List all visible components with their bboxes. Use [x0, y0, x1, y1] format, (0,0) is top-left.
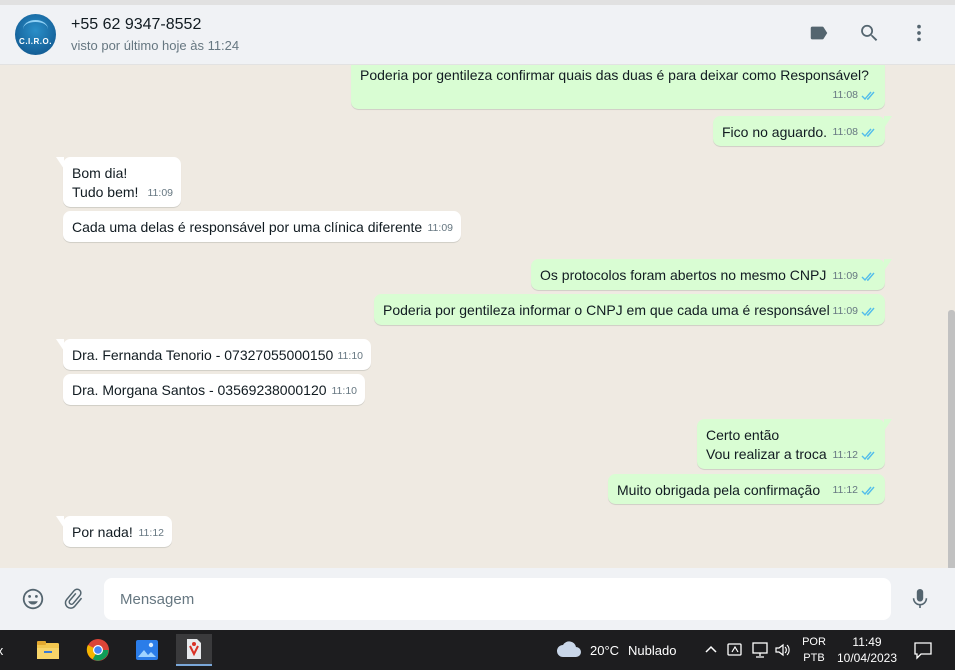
language-code: POR: [802, 636, 826, 648]
message-text: Dra. Fernanda Tenorio - 07327055000150: [72, 347, 334, 363]
contact-name[interactable]: +55 62 9347-8552: [71, 16, 201, 34]
message-outgoing[interactable]: Fico no aguardo. 11:08: [713, 116, 892, 146]
chat-scrollbar[interactable]: [948, 310, 955, 568]
cloudy-weather-icon[interactable]: [556, 640, 582, 663]
system-clock[interactable]: 11:49 10/04/2023: [834, 634, 900, 666]
windows-taskbar: x 20°C Nublado POR PTB 11:49 10/04/2023: [0, 630, 955, 670]
message-incoming[interactable]: Dra. Morgana Santos - 03569238000120 11:…: [63, 374, 365, 405]
message-time: 11:12: [138, 527, 165, 539]
contact-avatar[interactable]: C.I.R.O.: [15, 14, 56, 55]
contact-last-seen: visto por último hoje às 11:24: [71, 38, 240, 53]
message-time: 11:09: [832, 305, 859, 317]
message-time: 11:09: [147, 187, 174, 199]
clock-date: 10/04/2023: [836, 651, 898, 665]
message-incoming[interactable]: Por nada! 11:12: [56, 516, 172, 547]
message-time: 11:08: [832, 89, 859, 101]
chrome-icon[interactable]: [80, 634, 116, 666]
message-time: 11:10: [337, 350, 364, 362]
clock-time: 11:49: [852, 635, 882, 649]
message-time: 11:09: [832, 270, 859, 282]
device-sync-icon[interactable]: [726, 641, 744, 664]
message-outgoing[interactable]: Certo então Vou realizar a troca 11:12: [697, 419, 892, 469]
taskbar-app-partial[interactable]: x: [0, 634, 10, 666]
message-incoming[interactable]: Cada uma delas é responsável por uma clí…: [63, 211, 461, 242]
message-outgoing[interactable]: Os protocolos foram abertos no mesmo CNP…: [531, 259, 892, 290]
taskbar-app-fragment-label: x: [0, 642, 4, 658]
message-time: 11:12: [832, 484, 859, 496]
input-language[interactable]: POR PTB: [798, 634, 830, 666]
message-text: Poderia por gentileza confirmar quais da…: [360, 67, 869, 83]
message-text: Poderia por gentileza informar o CNPJ em…: [383, 302, 830, 318]
microphone-icon[interactable]: [907, 586, 933, 612]
chat-header: C.I.R.O. +55 62 9347-8552 visto por últi…: [0, 0, 955, 65]
message-time: 11:12: [832, 449, 859, 461]
message-time: 11:08: [832, 126, 859, 138]
chevron-up-icon[interactable]: [704, 642, 718, 661]
weather-temperature[interactable]: 20°C: [590, 643, 619, 658]
message-outgoing[interactable]: Muito obrigada pela confirmação 11:12: [608, 474, 885, 504]
label-icon[interactable]: [807, 21, 831, 45]
read-ticks-icon: [861, 486, 875, 496]
read-ticks-icon: [861, 128, 875, 138]
paperclip-icon[interactable]: [61, 586, 87, 612]
network-icon[interactable]: [751, 641, 769, 664]
message-text: Dra. Morgana Santos - 03569238000120: [72, 382, 327, 398]
message-outgoing[interactable]: Poderia por gentileza informar o CNPJ em…: [374, 294, 885, 325]
notifications-icon[interactable]: [913, 640, 933, 665]
kebab-menu-icon[interactable]: [907, 21, 931, 45]
read-ticks-icon: [861, 272, 875, 282]
message-incoming[interactable]: Dra. Fernanda Tenorio - 07327055000150 1…: [56, 339, 371, 370]
message-outgoing[interactable]: Poderia por gentileza confirmar quais da…: [351, 65, 885, 109]
avatar-logo-text: C.I.R.O.: [19, 37, 52, 46]
message-time: 11:10: [331, 385, 358, 397]
message-text: Os protocolos foram abertos no mesmo CNP…: [540, 267, 827, 283]
message-list[interactable]: Poderia por gentileza confirmar quais da…: [0, 65, 955, 568]
weather-description[interactable]: Nublado: [628, 643, 676, 658]
message-input[interactable]: [104, 578, 891, 620]
message-composer: [0, 568, 955, 630]
volume-icon[interactable]: [774, 641, 792, 664]
read-ticks-icon: [861, 451, 875, 461]
message-incoming[interactable]: Bom dia! Tudo bem! 11:09: [56, 157, 181, 207]
active-app-icon[interactable]: [176, 634, 212, 666]
search-icon[interactable]: [857, 21, 881, 45]
read-ticks-icon: [861, 307, 875, 317]
message-text: Cada uma delas é responsável por uma clí…: [72, 219, 423, 235]
emoji-icon[interactable]: [20, 586, 46, 612]
photos-icon[interactable]: [129, 634, 165, 666]
file-explorer-icon[interactable]: [30, 634, 66, 666]
read-ticks-icon: [861, 91, 875, 101]
message-time: 11:09: [427, 222, 454, 234]
keyboard-layout: PTB: [803, 652, 825, 664]
